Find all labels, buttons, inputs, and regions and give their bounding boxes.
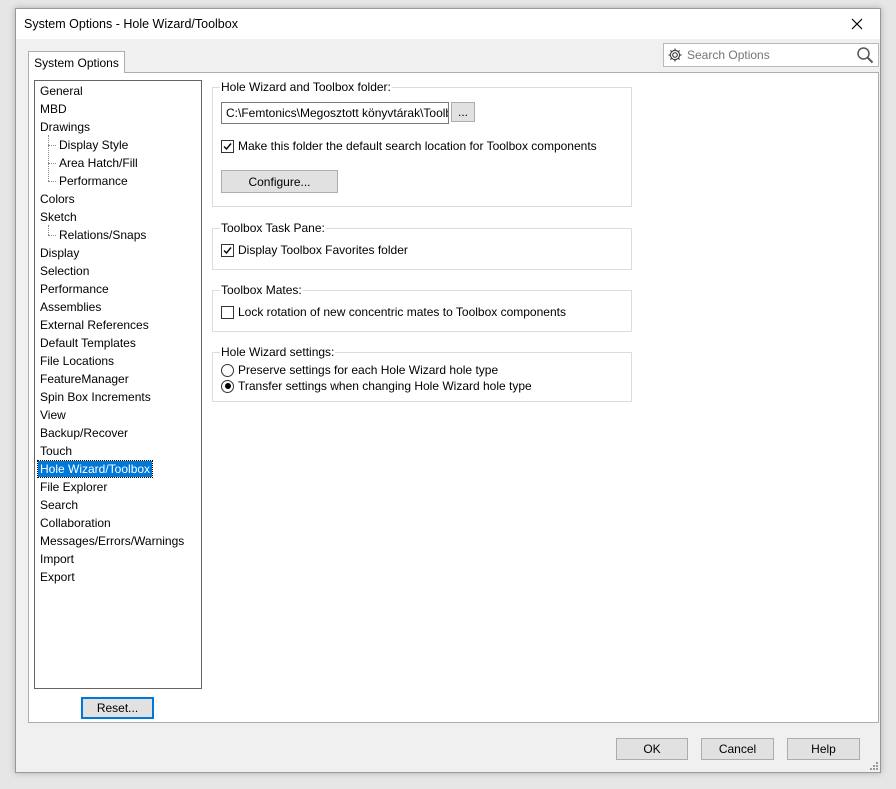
hole-wizard-settings-group: Hole Wizard settings: Preserve settings … (212, 346, 632, 402)
sidebar-item[interactable]: Export (38, 569, 77, 585)
toolbox-folder-path-field[interactable]: C:\Femtonics\Megosztott könyvtárak\Toolb… (221, 102, 449, 124)
gear-icon[interactable] (667, 47, 683, 63)
tree-connector (48, 135, 49, 181)
tree-connector (48, 225, 49, 235)
default-search-label: Make this folder the default search loca… (238, 139, 597, 153)
sidebar-item[interactable]: Performance (38, 281, 111, 297)
sidebar-item[interactable]: Area Hatch/Fill (57, 155, 140, 171)
sidebar-item[interactable]: Drawings (38, 119, 92, 135)
sidebar-item[interactable]: Messages/Errors/Warnings (38, 533, 186, 549)
folder-group-label: Hole Wizard and Toolbox folder: (220, 80, 392, 94)
search-input[interactable] (685, 46, 849, 64)
task-pane-group: Toolbox Task Pane: Display Toolbox Favor… (212, 222, 632, 270)
sidebar-item[interactable]: Performance (57, 173, 130, 189)
hole-wizard-group-label: Hole Wizard settings: (220, 345, 336, 359)
checkmark-icon (223, 142, 232, 150)
sidebar-item[interactable]: Selection (38, 263, 91, 279)
cancel-button[interactable]: Cancel (701, 738, 774, 760)
sidebar-item[interactable]: Display (38, 245, 81, 261)
sidebar-item[interactable]: Sketch (38, 209, 79, 225)
lock-rotation-checkbox-row[interactable]: Lock rotation of new concentric mates to… (221, 304, 566, 320)
mates-group: Toolbox Mates: Lock rotation of new conc… (212, 284, 632, 332)
close-icon (851, 18, 863, 30)
default-search-checkbox-row[interactable]: Make this folder the default search loca… (221, 138, 597, 154)
task-pane-group-label: Toolbox Task Pane: (220, 221, 326, 235)
reset-button[interactable]: Reset... (81, 697, 154, 719)
options-panel: General MBD Drawings Display Style Area Hatc… (28, 72, 879, 723)
sidebar-item[interactable]: FeatureManager (38, 371, 131, 387)
sidebar-item[interactable]: General (38, 83, 85, 99)
lock-rotation-label: Lock rotation of new concentric mates to… (238, 305, 566, 319)
transfer-settings-radio-row[interactable]: Transfer settings when changing Hole Wiz… (221, 378, 532, 394)
tree-connector (48, 145, 56, 146)
sidebar-item[interactable]: Default Templates (38, 335, 138, 351)
configure-button[interactable]: Configure... (221, 170, 338, 193)
search-options-box[interactable] (663, 43, 879, 67)
sidebar-item[interactable]: Import (38, 551, 76, 567)
tree-connector (48, 181, 56, 182)
sidebar-item[interactable]: Assemblies (38, 299, 103, 315)
lock-rotation-checkbox[interactable] (221, 305, 234, 319)
checkmark-icon (223, 246, 232, 254)
system-options-dialog: System Options - Hole Wizard/Toolbox Sys… (15, 8, 881, 773)
sidebar-item[interactable]: Search (38, 497, 80, 513)
sidebar-item[interactable]: Display Style (57, 137, 130, 153)
options-tree[interactable]: General MBD Drawings Display Style Area Hatc… (34, 80, 202, 689)
mates-group-label: Toolbox Mates: (220, 283, 303, 297)
transfer-settings-label: Transfer settings when changing Hole Wiz… (238, 379, 532, 393)
sidebar-item[interactable]: Touch (38, 443, 74, 459)
sidebar-item[interactable]: Hole Wizard/Toolbox (36, 460, 154, 478)
title-bar: System Options - Hole Wizard/Toolbox (16, 9, 880, 39)
resize-grip-icon[interactable] (867, 759, 879, 771)
transfer-settings-radio[interactable] (221, 379, 234, 393)
preserve-settings-label: Preserve settings for each Hole Wizard h… (238, 363, 499, 377)
sidebar-item[interactable]: View (38, 407, 68, 423)
favorites-checkbox-row[interactable]: Display Toolbox Favorites folder (221, 242, 408, 258)
tree-connector (48, 163, 56, 164)
sidebar-item[interactable]: Collaboration (38, 515, 113, 531)
sidebar-item[interactable]: File Explorer (38, 479, 109, 495)
ok-button[interactable]: OK (616, 738, 688, 760)
sidebar-item[interactable]: External References (38, 317, 151, 333)
sidebar-item[interactable]: Colors (38, 191, 77, 207)
browse-folder-button[interactable]: ... (451, 102, 475, 122)
sidebar-item[interactable]: Backup/Recover (38, 425, 130, 441)
tab-system-options[interactable]: System Options (28, 51, 125, 73)
preserve-settings-radio-row[interactable]: Preserve settings for each Hole Wizard h… (221, 362, 498, 378)
search-icon[interactable] (856, 46, 874, 64)
preserve-settings-radio[interactable] (221, 363, 234, 377)
tree-connector (48, 235, 56, 236)
sidebar-item[interactable]: Relations/Snaps (57, 227, 148, 243)
sidebar-item[interactable]: Spin Box Increments (38, 389, 153, 405)
default-search-checkbox[interactable] (221, 139, 234, 153)
folder-group: Hole Wizard and Toolbox folder: C:\Femto… (212, 81, 632, 207)
favorites-checkbox[interactable] (221, 243, 234, 257)
help-button[interactable]: Help (787, 738, 860, 760)
sidebar-item[interactable]: File Locations (38, 353, 116, 369)
sidebar-item[interactable]: MBD (38, 101, 69, 117)
favorites-label: Display Toolbox Favorites folder (238, 243, 408, 257)
close-button[interactable] (834, 9, 880, 39)
window-title: System Options - Hole Wizard/Toolbox (24, 17, 238, 31)
